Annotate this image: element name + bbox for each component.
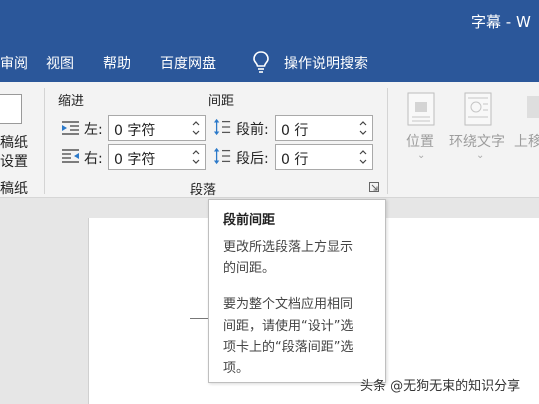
indent-heading: 缩进 [58,94,85,109]
position-icon [407,92,435,126]
paragraph-group-label: 段落 [190,183,217,198]
bring-forward-label: 上移 [514,134,539,150]
spacing-after-icon [213,147,231,165]
wrap-text-icon [464,92,492,126]
manuscript-button-line1[interactable]: 稿纸 [0,132,28,152]
tab-review[interactable]: 审阅 [0,53,28,73]
spacing-after-spinner[interactable]: 0 行 [275,144,373,170]
indent-right-value[interactable]: 0 字符 [114,149,155,169]
spacing-after-value[interactable]: 0 行 [281,149,308,169]
spinner-arrows-icon[interactable] [191,118,201,138]
spinner-arrows-icon[interactable] [358,147,368,167]
tooltip-title: 段前间距 [223,213,276,228]
indent-left-value[interactable]: 0 字符 [114,120,155,140]
spinner-arrows-icon[interactable] [358,118,368,138]
tab-view[interactable]: 视图 [46,53,74,73]
title-bar: 字幕 - W [0,0,539,44]
spacing-before-icon [213,118,231,136]
spacing-before-spinner[interactable]: 0 行 [275,115,373,141]
indent-right-spinner[interactable]: 0 字符 [108,144,206,170]
tell-me-search[interactable]: 操作说明搜索 [284,53,368,73]
spacing-before-value[interactable]: 0 行 [281,120,308,140]
indent-right-icon [62,149,79,163]
ribbon-tab-bar: 审阅 视图 帮助 百度网盘 操作说明搜索 [0,44,539,82]
tooltip-line: 间距，请使用“设计”选 [223,319,354,334]
tooltip-line: 更改所选段落上方显示 [223,240,354,255]
group-divider [387,88,388,194]
group-divider [44,88,45,194]
spacing-before-label: 段前: [236,122,269,138]
indent-right-label: 右: [84,151,103,167]
manuscript-paper-icon[interactable] [0,94,22,124]
tooltip-line: 要为整个文档应用相同 [223,297,354,312]
spinner-arrows-icon[interactable] [191,147,201,167]
text-cursor-line [190,318,210,319]
position-label: 位置 [406,134,434,150]
indent-left-label: 左: [84,122,103,138]
manuscript-group-label: 稿纸 [0,181,28,197]
indent-left-spinner[interactable]: 0 字符 [108,115,206,141]
tooltip-line: 项卡上的“段落间距”选 [223,340,354,355]
wrap-text-label: 环绕文字 [449,134,505,150]
chevron-down-icon: ⌄ [476,150,485,161]
tab-help[interactable]: 帮助 [103,53,131,73]
spacing-after-label: 段后: [236,151,269,167]
tab-baidu-netdisk[interactable]: 百度网盘 [160,53,216,73]
manuscript-button-line2[interactable]: 设置 [0,151,28,171]
spacing-heading: 间距 [208,94,235,109]
watermark-text: 头条 @无狗无束的知识分享 [360,379,521,394]
window-title: 字幕 - W [471,13,531,31]
spacing-before-tooltip: 段前间距 更改所选段落上方显示 的间距。 要为整个文档应用相同 间距，请使用“设… [208,199,386,383]
tooltip-line: 的间距。 [223,261,276,276]
dialog-launcher-icon[interactable] [369,182,379,192]
tooltip-line: 项。 [223,361,250,376]
chevron-down-icon: ⌄ [417,150,426,161]
indent-left-icon [62,121,79,135]
lightbulb-icon[interactable] [251,50,271,74]
bring-forward-icon [527,96,539,118]
